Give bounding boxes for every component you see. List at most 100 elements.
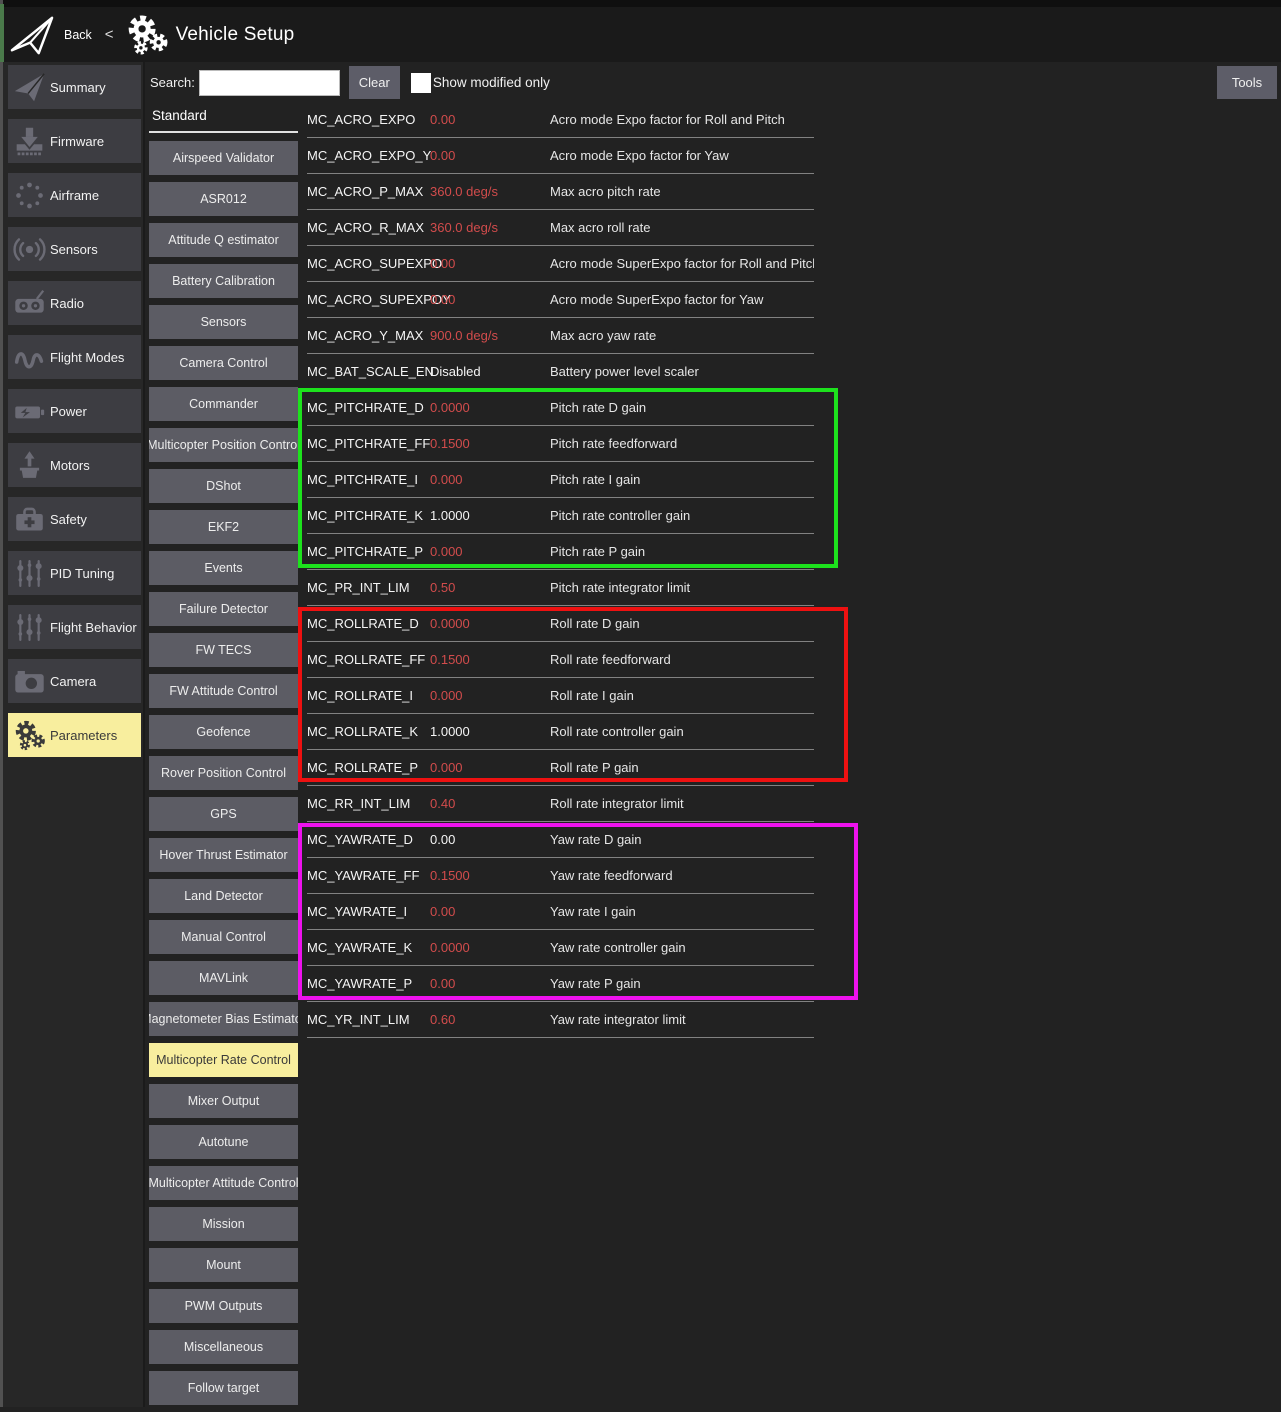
parameter-value: 0.1500 xyxy=(430,652,550,667)
show-modified-checkbox[interactable] xyxy=(411,73,431,93)
sidebar-item[interactable]: Radio xyxy=(8,281,141,325)
parameter-value: 0.00 xyxy=(430,112,550,127)
sidebar-item[interactable]: Firmware xyxy=(8,119,141,163)
sidebar-item[interactable]: Flight Modes xyxy=(8,335,141,379)
sidebar-item[interactable]: Power xyxy=(8,389,141,433)
parameter-row[interactable]: MC_ACRO_SUPEXPO 0.00 Acro mode SuperExpo… xyxy=(307,246,814,282)
parameter-row[interactable]: MC_PITCHRATE_FF 0.1500 Pitch rate feedfo… xyxy=(307,426,814,462)
category-button[interactable]: GPS xyxy=(149,797,298,831)
category-button[interactable]: Failure Detector xyxy=(149,592,298,626)
category-button[interactable]: Multicopter Position Control xyxy=(149,428,298,462)
parameter-row[interactable]: MC_BAT_SCALE_EN Disabled Battery power l… xyxy=(307,354,814,390)
breadcrumb-chevron: < xyxy=(105,26,114,43)
category-button[interactable]: Commander xyxy=(149,387,298,421)
parameter-value: 0.1500 xyxy=(430,436,550,451)
parameter-value: 0.0000 xyxy=(430,616,550,631)
window-edge-artifact xyxy=(0,4,4,62)
category-button[interactable]: Land Detector xyxy=(149,879,298,913)
category-button[interactable]: MAVLink xyxy=(149,961,298,995)
category-button[interactable]: Battery Calibration xyxy=(149,264,298,298)
category-button[interactable]: Miscellaneous xyxy=(149,1330,298,1364)
parameter-value: 0.1500 xyxy=(430,868,550,883)
parameter-row[interactable]: MC_ROLLRATE_D 0.0000 Roll rate D gain xyxy=(307,606,814,642)
parameter-row[interactable]: MC_ROLLRATE_K 1.0000 Roll rate controlle… xyxy=(307,714,814,750)
category-button[interactable]: FW TECS xyxy=(149,633,298,667)
sidebar-item[interactable]: Safety xyxy=(8,497,141,541)
parameter-row[interactable]: MC_ACRO_P_MAX 360.0 deg/s Max acro pitch… xyxy=(307,174,814,210)
parameter-name: MC_YAWRATE_D xyxy=(307,832,430,847)
sidebar-item[interactable]: Sensors xyxy=(8,227,141,271)
parameter-row[interactable]: MC_YAWRATE_FF 0.1500 Yaw rate feedforwar… xyxy=(307,858,814,894)
parameter-description: Roll rate integrator limit xyxy=(550,796,814,811)
category-button[interactable]: EKF2 xyxy=(149,510,298,544)
parameter-row[interactable]: MC_ACRO_SUPEXPOY 0.00 Acro mode SuperExp… xyxy=(307,282,814,318)
category-button[interactable]: Mount xyxy=(149,1248,298,1282)
parameter-row[interactable]: MC_ROLLRATE_I 0.000 Roll rate I gain xyxy=(307,678,814,714)
back-button[interactable]: Back xyxy=(64,28,92,42)
parameter-row[interactable]: MC_ACRO_Y_MAX 900.0 deg/s Max acro yaw r… xyxy=(307,318,814,354)
parameter-row[interactable]: MC_ACRO_EXPO_Y 0.00 Acro mode Expo facto… xyxy=(307,138,814,174)
category-button[interactable]: Multicopter Rate Control xyxy=(149,1043,298,1077)
category-button[interactable]: Sensors xyxy=(149,305,298,339)
category-button[interactable]: Geofence xyxy=(149,715,298,749)
parameter-row[interactable]: MC_ACRO_EXPO 0.00 Acro mode Expo factor … xyxy=(307,102,814,138)
category-button[interactable]: Autotune xyxy=(149,1125,298,1159)
parameter-row[interactable]: MC_PITCHRATE_K 1.0000 Pitch rate control… xyxy=(307,498,814,534)
sidebar-item[interactable]: PID Tuning xyxy=(8,551,141,595)
sidebar-item[interactable]: Flight Behavior xyxy=(8,605,141,649)
parameter-description: Yaw rate D gain xyxy=(550,832,814,847)
parameter-row[interactable]: MC_YAWRATE_P 0.00 Yaw rate P gain xyxy=(307,966,814,1002)
category-button-label: DShot xyxy=(206,479,241,493)
parameter-row[interactable]: MC_YAWRATE_I 0.00 Yaw rate I gain xyxy=(307,894,814,930)
category-button[interactable]: PWM Outputs xyxy=(149,1289,298,1323)
parameter-row[interactable]: MC_PR_INT_LIM 0.50 Pitch rate integrator… xyxy=(307,570,814,606)
category-button[interactable]: Magnetometer Bias Estimator xyxy=(149,1002,298,1036)
category-button[interactable]: Hover Thrust Estimator xyxy=(149,838,298,872)
parameter-value: 0.00 xyxy=(430,832,550,847)
category-button[interactable]: Mission xyxy=(149,1207,298,1241)
parameter-description: Roll rate feedforward xyxy=(550,652,814,667)
category-button[interactable]: Follow target xyxy=(149,1371,298,1405)
category-button[interactable]: Manual Control xyxy=(149,920,298,954)
category-button[interactable]: Mixer Output xyxy=(149,1084,298,1118)
parameter-name: MC_YAWRATE_K xyxy=(307,940,430,955)
tools-button[interactable]: Tools xyxy=(1217,66,1277,99)
qgc-logo-icon[interactable] xyxy=(9,14,55,56)
sidebar-item[interactable]: Airframe xyxy=(8,173,141,217)
category-button[interactable]: Attitude Q estimator xyxy=(149,223,298,257)
parameter-row[interactable]: MC_YAWRATE_K 0.0000 Yaw rate controller … xyxy=(307,930,814,966)
sidebar-item[interactable]: Camera xyxy=(8,659,141,703)
parameter-description: Max acro pitch rate xyxy=(550,184,814,199)
parameter-row[interactable]: MC_ROLLRATE_FF 0.1500 Roll rate feedforw… xyxy=(307,642,814,678)
parameter-name: MC_PITCHRATE_I xyxy=(307,472,430,487)
parameter-row[interactable]: MC_ROLLRATE_P 0.000 Roll rate P gain xyxy=(307,750,814,786)
category-button[interactable]: FW Attitude Control xyxy=(149,674,298,708)
parameter-row[interactable]: MC_YR_INT_LIM 0.60 Yaw rate integrator l… xyxy=(307,1002,814,1038)
category-button[interactable]: ASR012 xyxy=(149,182,298,216)
parameter-row[interactable]: MC_YAWRATE_D 0.00 Yaw rate D gain xyxy=(307,822,814,858)
parameter-row[interactable]: MC_ACRO_R_MAX 360.0 deg/s Max acro roll … xyxy=(307,210,814,246)
sidebar-item[interactable]: Summary xyxy=(8,65,141,109)
sidebar-item[interactable]: Parameters xyxy=(8,713,141,757)
parameter-row[interactable]: MC_PITCHRATE_D 0.0000 Pitch rate D gain xyxy=(307,390,814,426)
parameter-row[interactable]: MC_RR_INT_LIM 0.40 Roll rate integrator … xyxy=(307,786,814,822)
category-button[interactable]: Camera Control xyxy=(149,346,298,380)
category-button[interactable]: Airspeed Validator xyxy=(149,141,298,175)
category-button-label: Mount xyxy=(206,1258,241,1272)
parameter-row[interactable]: MC_PITCHRATE_I 0.000 Pitch rate I gain xyxy=(307,462,814,498)
airframe-dots-icon xyxy=(8,179,50,212)
category-button[interactable]: Multicopter Attitude Control xyxy=(149,1166,298,1200)
category-button[interactable]: Rover Position Control xyxy=(149,756,298,790)
window-left-edge xyxy=(0,0,3,1407)
category-button[interactable]: Events xyxy=(149,551,298,585)
category-button-label: Multicopter Position Control xyxy=(149,438,298,452)
parameter-name: MC_ROLLRATE_K xyxy=(307,724,430,739)
parameter-row[interactable]: MC_PITCHRATE_P 0.000 Pitch rate P gain xyxy=(307,534,814,570)
parameter-name: MC_ACRO_Y_MAX xyxy=(307,328,430,343)
search-input[interactable] xyxy=(199,70,340,96)
show-modified-label: Show modified only xyxy=(433,75,550,90)
clear-button[interactable]: Clear xyxy=(349,66,400,99)
category-button[interactable]: DShot xyxy=(149,469,298,503)
sidebar-item[interactable]: Motors xyxy=(8,443,141,487)
parameter-description: Acro mode Expo factor for Roll and Pitch xyxy=(550,112,814,127)
